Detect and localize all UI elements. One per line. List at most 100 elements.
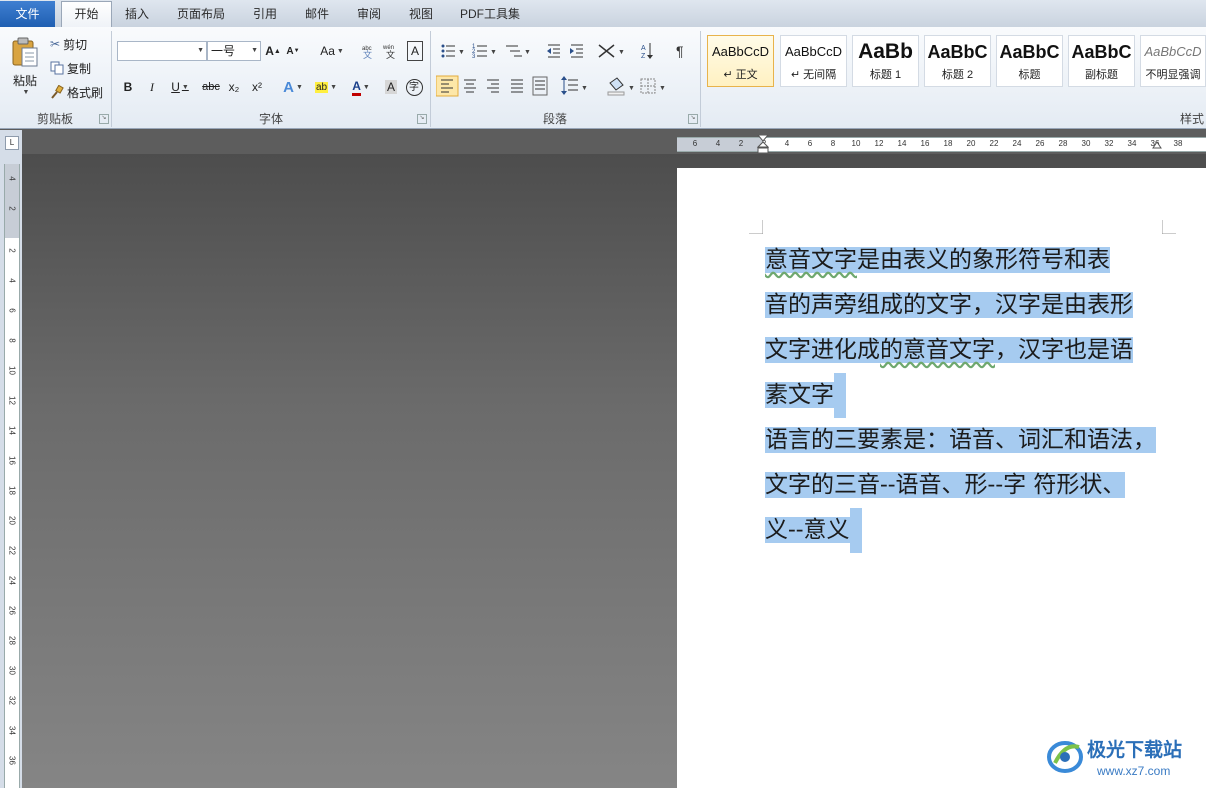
style-name: ↵ 正文 bbox=[723, 69, 758, 81]
text-effect-icon: A bbox=[283, 78, 294, 96]
align-left-icon[interactable] bbox=[436, 75, 459, 97]
indent-marker-icon[interactable] bbox=[757, 135, 769, 155]
paste-button[interactable]: 粘贴 ▼ bbox=[6, 31, 44, 101]
tab-page-layout[interactable]: 页面布局 bbox=[170, 2, 232, 26]
text-line[interactable]: 音的声旁组成的文字，汉字是由表形 bbox=[765, 283, 1133, 328]
document-page[interactable]: 意音文字是由表义的象形符号和表 音的声旁组成的文字，汉字是由表形 文字进化成的意… bbox=[677, 168, 1206, 788]
text-run: 文字的三音--语音、形--字 符形状、 bbox=[765, 472, 1126, 498]
line-spacing-icon[interactable]: ▼ bbox=[561, 76, 588, 95]
ruler-tick-label: 30 bbox=[1081, 139, 1091, 148]
format-painter-label: 格式刷 bbox=[67, 85, 104, 100]
style-title[interactable]: AaBbC 标题 bbox=[996, 35, 1063, 87]
tab-pdf-tools[interactable]: PDF工具集 bbox=[452, 2, 528, 26]
bold-button[interactable]: B bbox=[120, 77, 136, 97]
italic-button[interactable]: I bbox=[144, 77, 160, 97]
style-name: 副标题 bbox=[1085, 69, 1118, 81]
distributed-align-icon[interactable] bbox=[532, 76, 548, 96]
horizontal-ruler[interactable]: 6422468101214161820222426283032343638 bbox=[677, 135, 1206, 155]
text-line[interactable]: 意音文字是由表义的象形符号和表 bbox=[765, 238, 1110, 283]
copy-button[interactable]: 复制 bbox=[50, 59, 91, 77]
text-line[interactable]: 义--意义 bbox=[765, 508, 862, 553]
tab-insert[interactable]: 插入 bbox=[116, 2, 158, 26]
grow-font-button[interactable]: A ▲ bbox=[265, 41, 281, 61]
ruler-tick-label: 30 bbox=[7, 666, 17, 675]
paragraph-dialog-launcher[interactable]: ↘ bbox=[688, 114, 698, 124]
numbering-icon[interactable]: 123 ▼ bbox=[472, 44, 497, 60]
shrink-font-button[interactable]: A ▼ bbox=[285, 41, 301, 61]
spelling-flagged-text: 的意音文字 bbox=[880, 337, 995, 363]
style-no-spacing[interactable]: AaBbCcD ↵ 无间隔 bbox=[780, 35, 847, 87]
font-color-button[interactable]: A ▼ bbox=[346, 77, 376, 97]
show-formatting-marks-icon[interactable]: ¶ bbox=[676, 43, 684, 59]
font-size-combobox[interactable]: 一号 ▼ bbox=[207, 41, 261, 61]
ruler-tick-label: 34 bbox=[7, 726, 17, 735]
style-subtitle[interactable]: AaBbC 副标题 bbox=[1068, 35, 1135, 87]
text-run: 音的声旁组成的文字，汉字是由表形 bbox=[765, 292, 1133, 318]
ruler-tick-label: 4 bbox=[715, 139, 721, 148]
chevron-down-icon[interactable]: ▼ bbox=[197, 42, 204, 60]
style-subtle-emphasis[interactable]: AaBbCcD 不明显强调 bbox=[1140, 35, 1206, 87]
font-dialog-launcher[interactable]: ↘ bbox=[417, 114, 427, 124]
style-heading-2[interactable]: AaBbC 标题 2 bbox=[924, 35, 991, 87]
chevron-down-icon[interactable]: ▼ bbox=[251, 42, 258, 60]
italic-icon: I bbox=[150, 79, 154, 94]
sort-icon[interactable]: AZ bbox=[641, 43, 653, 60]
multilevel-list-icon[interactable]: ▼ bbox=[506, 45, 531, 57]
highlighter-icon: ab bbox=[314, 81, 329, 93]
borders-icon[interactable]: ▼ bbox=[640, 78, 666, 94]
tab-selector[interactable]: L bbox=[0, 130, 22, 154]
text-run: 义--意义 bbox=[765, 517, 850, 543]
change-case-icon: Aa bbox=[320, 44, 335, 58]
decrease-indent-icon[interactable] bbox=[547, 44, 560, 58]
text-line[interactable]: 语言的三要素是：语音、词汇和语法， bbox=[765, 418, 1156, 463]
bullets-icon[interactable]: ▼ bbox=[441, 44, 465, 58]
tab-file[interactable]: 文件 bbox=[0, 1, 55, 27]
cut-button[interactable]: ✂ 剪切 bbox=[50, 35, 87, 53]
clipboard-dialog-launcher[interactable]: ↘ bbox=[99, 114, 109, 124]
text-line[interactable]: 素文字 bbox=[765, 373, 846, 418]
increase-indent-icon[interactable] bbox=[570, 44, 583, 58]
tab-review[interactable]: 审阅 bbox=[348, 2, 390, 26]
chevron-down-icon: ▼ bbox=[22, 89, 30, 96]
right-indent-marker-icon[interactable] bbox=[1152, 141, 1162, 149]
watermark-logo: 极光下载站 www.xz7.com bbox=[1045, 733, 1205, 783]
align-center-icon[interactable] bbox=[464, 79, 476, 93]
phonetic-guide-button[interactable]: abc 文 bbox=[360, 41, 378, 61]
change-case-button[interactable]: Aa ▼ bbox=[318, 41, 346, 61]
shading-icon[interactable]: ▼ bbox=[607, 77, 635, 96]
character-shading-button[interactable]: A bbox=[383, 77, 399, 97]
tab-references[interactable]: 引用 bbox=[244, 2, 286, 26]
highlight-button[interactable]: ab ▼ bbox=[311, 77, 341, 97]
svg-text:文: 文 bbox=[386, 49, 395, 59]
ruler-tick-label: 16 bbox=[7, 456, 17, 465]
tab-home[interactable]: 开始 bbox=[61, 1, 112, 28]
strikethrough-button[interactable]: abc bbox=[200, 77, 222, 97]
svg-text:▼: ▼ bbox=[490, 49, 497, 56]
style-normal[interactable]: AaBbCcD ↵ 正文 bbox=[707, 35, 774, 87]
text-effect-button[interactable]: A ▼ bbox=[280, 77, 306, 97]
format-painter-button[interactable]: 格式刷 bbox=[50, 83, 103, 101]
ruler-tick-label: 6 bbox=[692, 139, 698, 148]
font-name-combobox[interactable]: ▼ bbox=[117, 41, 207, 61]
character-border-button[interactable]: wén 文 bbox=[383, 41, 401, 61]
chinese-layout-icon[interactable]: ▼ bbox=[598, 44, 625, 58]
style-heading-1[interactable]: AaBb 标题 1 bbox=[852, 35, 919, 87]
vertical-ruler[interactable]: 4 2 2 4 6 8 10 12 14 16 18 20 22 24 26 28 30 32 34 36 bbox=[4, 164, 20, 788]
shrink-font-icon: A bbox=[286, 45, 294, 57]
tab-view[interactable]: 视图 bbox=[400, 2, 442, 26]
scissors-icon: ✂ bbox=[50, 37, 61, 51]
align-right-icon[interactable] bbox=[487, 79, 499, 93]
svg-text:Z: Z bbox=[641, 53, 646, 60]
ribbon: 粘贴 ▼ ✂ 剪切 复制 格式刷 剪贴板 ↘ ▼ 一号 ▼ A ▲ A ▼ Aa ▼ … bbox=[0, 27, 1206, 129]
subscript-button[interactable]: x₂ bbox=[226, 77, 242, 97]
clear-format-button[interactable]: A bbox=[407, 41, 423, 61]
underline-button[interactable]: U ▼ bbox=[166, 77, 194, 97]
style-preview: AaBbCcD bbox=[711, 44, 770, 59]
superscript-button[interactable]: x² bbox=[249, 77, 265, 97]
text-line[interactable]: 文字进化成的意音文字，汉字也是语 bbox=[765, 328, 1133, 373]
text-line[interactable]: 文字的三音--语音、形--字 符形状、 bbox=[765, 463, 1126, 508]
tab-mailings[interactable]: 邮件 bbox=[296, 2, 338, 26]
svg-text:▼: ▼ bbox=[458, 49, 465, 56]
justify-icon[interactable] bbox=[511, 79, 523, 93]
enclose-characters-button[interactable]: 字 bbox=[404, 77, 424, 97]
